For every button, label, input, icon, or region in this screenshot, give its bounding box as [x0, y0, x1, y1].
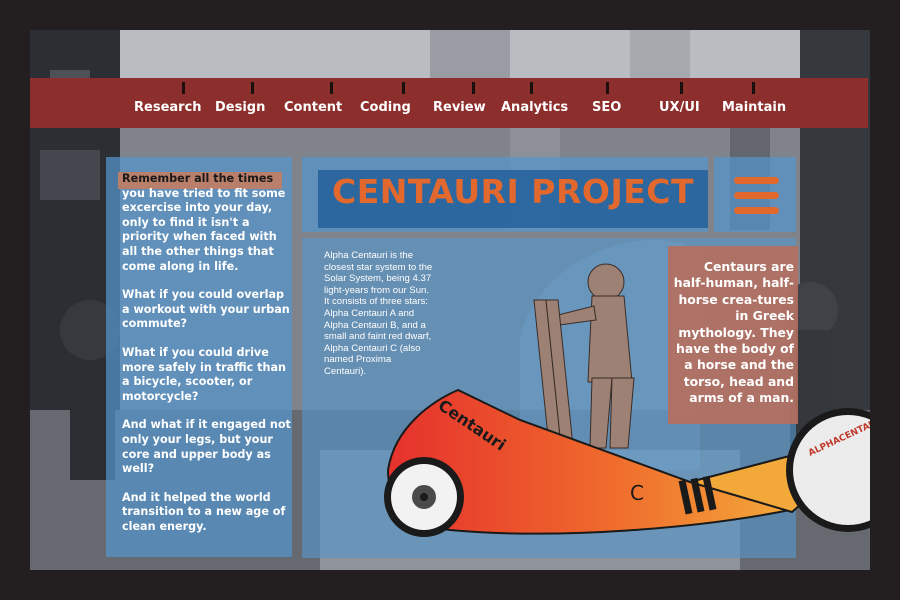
highlight-text: Remember all the times — [122, 172, 274, 185]
nav-item-design[interactable]: Design — [215, 100, 265, 115]
hamburger-icon — [734, 177, 779, 184]
alpha-centauri-description: Alpha Centauri is the closest star syste… — [324, 250, 433, 377]
nav-item-ux-ui[interactable]: UX/UI — [659, 100, 700, 115]
hamburger-icon-line — [734, 192, 779, 199]
nav-divider — [752, 82, 755, 94]
nav-divider — [680, 82, 683, 94]
nav-divider — [330, 82, 333, 94]
top-nav-bar: Research Design Content Coding Review An… — [30, 78, 868, 128]
nav-item-research[interactable]: Research — [134, 100, 202, 115]
left-panel-text: Remember all the times you have tried to… — [122, 172, 292, 548]
nav-item-review[interactable]: Review — [433, 100, 486, 115]
page-title: CENTAURI PROJECT — [331, 172, 695, 211]
nav-divider — [606, 82, 609, 94]
nav-divider — [402, 82, 405, 94]
nav-divider — [530, 82, 533, 94]
nav-divider — [472, 82, 475, 94]
paragraph-3: What if you could drive more safely in t… — [122, 345, 286, 403]
paragraph-1: you have tried to fit some excercise int… — [122, 186, 286, 273]
nav-item-seo[interactable]: SEO — [592, 100, 621, 115]
nav-divider — [182, 82, 185, 94]
paragraph-5: And it helped the world transition to a … — [122, 490, 286, 533]
nav-item-coding[interactable]: Coding — [360, 100, 411, 115]
nav-divider — [251, 82, 254, 94]
frame-bottom-edge — [0, 570, 900, 600]
paragraph-4: And what if it engaged not only your leg… — [122, 418, 291, 476]
centaur-description: Centaurs are half-human, half-horse crea… — [673, 259, 794, 406]
nav-item-analytics[interactable]: Analytics — [501, 100, 568, 115]
nav-item-maintain[interactable]: Maintain — [722, 100, 786, 115]
frame-right-edge — [870, 0, 900, 600]
hamburger-icon-line — [734, 207, 779, 214]
nav-item-content[interactable]: Content — [284, 100, 342, 115]
paragraph-2: What if you could overlap a workout with… — [122, 288, 290, 331]
